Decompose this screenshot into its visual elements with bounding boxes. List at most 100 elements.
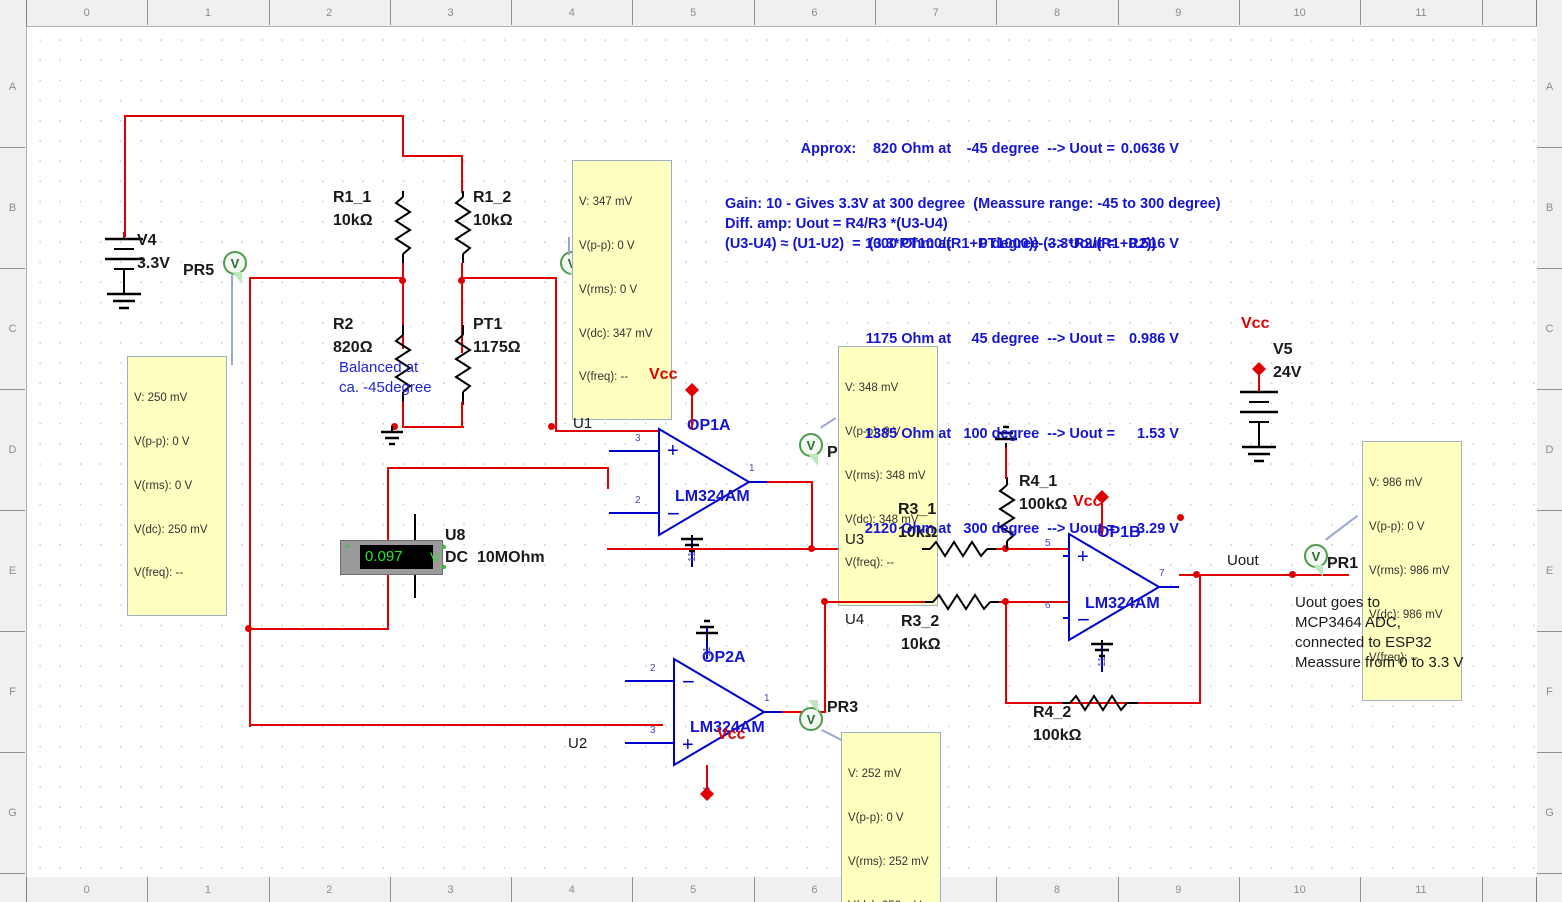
ruler-tick-bottom-3: 3 (390, 877, 513, 902)
schematic-canvas[interactable]: V4 3.3V R1_1 10kΩ R2 820Ω Balanced at ca… (26, 26, 1537, 902)
pr4-pp: V(p-p): 0 V (579, 239, 635, 252)
wire-u2-bus-h (249, 277, 403, 279)
vcc-label-v5: Vcc (1241, 315, 1270, 332)
probe-pr5-label: PR5 (183, 262, 215, 279)
ruler-tick-left-F: F (0, 631, 25, 753)
probe-pr3-label: PR3 (827, 699, 859, 716)
ruler-tick-left-B: B (0, 147, 25, 269)
approx-deg-0: -45 degree (966, 141, 1040, 157)
approx-res-3: 1385 Ohm (864, 426, 935, 442)
wire-v4-top (124, 115, 126, 237)
ruler-tick-left-A: A (0, 26, 25, 148)
approx-deg-4: 300 degree (963, 521, 1040, 537)
approx-at-3: at (938, 426, 952, 442)
pr3-dc: V(dc): 252 mV (848, 899, 934, 902)
v4-ref: V4 (137, 232, 157, 249)
ruler-tick-right-B: B (1537, 147, 1562, 269)
probe-pr3-glyph: V (806, 711, 816, 727)
wire-r1-1-down (402, 115, 404, 157)
op1a-pin-out: 1 (749, 463, 755, 474)
ruler-tick-bottom-0: 0 (26, 877, 149, 902)
probe-pr1-leader (1325, 514, 1358, 541)
ruler-tick-top-10: 10 (1239, 0, 1362, 25)
wire-fb-down-left (1005, 601, 1007, 704)
ruler-tick-bottom-5: 5 (633, 877, 755, 902)
vcc-marker-op2a (700, 787, 714, 801)
wire-mid-branch (249, 628, 389, 630)
v4-value: 3.3V (137, 255, 170, 272)
wire-op1a-plus-in (609, 450, 659, 452)
vcc-marker-v5 (1252, 362, 1266, 376)
r4-2-ref: R4_2 (1033, 704, 1072, 721)
net-label-uout: Uout (1227, 552, 1259, 569)
balanced-note-line2: ca. -45degree (339, 379, 432, 396)
op2a-pin-minus: 2 (650, 663, 656, 674)
ruler-tick-left-E: E (0, 510, 25, 632)
approx-note-block: Approx: 820 Ohm at -45 degree --> Uout = … (762, 83, 1179, 596)
probe-pr1-tail (1313, 565, 1323, 577)
ruler-tick-top-5: 5 (633, 0, 755, 25)
pr4-rms: V(rms): 0 V (579, 283, 638, 296)
ruler-tick-bottom-2: 2 (269, 877, 391, 902)
pr4-v: V: 347 mV (579, 196, 633, 209)
ground-symbol-op1b (1091, 640, 1113, 658)
pr5-freq: V(freq): -- (134, 567, 184, 580)
r3-2-ref: R3_2 (901, 613, 940, 630)
v5-ref: V5 (1273, 341, 1293, 358)
wire-u2-to-op2a-plus (249, 724, 663, 726)
ruler-tick-left-G: G (0, 752, 25, 874)
pr3-v: V: 252 mV (848, 768, 902, 781)
ruler-tick-bottom-4: 4 (511, 877, 634, 902)
schematic-editor-window: 01234567891011 01234567891011 ABCDEFG AB… (0, 0, 1562, 902)
v5-value: 24V (1273, 364, 1302, 381)
approx-row-2: 1175 Ohm at 45 degree --> Uout = 0.986 V (762, 311, 1179, 368)
multimeter-mode: DC (445, 549, 469, 566)
op1b-pin-minus: 6 (1045, 600, 1051, 611)
approx-uoutlabel-4: Uout = (1069, 521, 1115, 537)
pr3-pp: V(p-p): 0 V (848, 811, 904, 824)
r1-2-symbol (454, 191, 472, 263)
wire-mm-bottom (414, 572, 416, 598)
ruler-right: ABCDEFG (1536, 0, 1562, 902)
pr1-v: V: 986 mV (1369, 477, 1423, 490)
wire-op2a-minus-in (625, 680, 675, 682)
junction-u1 (548, 423, 555, 430)
wire-r3-2-to-opminus (999, 601, 1069, 603)
ruler-tick-left-D: D (0, 389, 25, 511)
ruler-left: ABCDEFG (0, 0, 27, 902)
approx-at-2: at (938, 331, 952, 347)
wire-u1-to-op1a (555, 430, 660, 432)
ruler-tick-top-0: 0 (26, 0, 149, 25)
r1-2-value: 10kΩ (473, 212, 513, 229)
approx-arrow-2: --> (1047, 331, 1066, 347)
approx-at-4: at (938, 521, 952, 537)
pr5-v: V: 250 mV (134, 392, 188, 405)
ruler-tick-bottom-1: 1 (147, 877, 270, 902)
svg-text:+: + (682, 734, 694, 756)
multimeter-impedance: 10MOhm (477, 549, 545, 566)
ruler-tick-bottom-11: 11 (1360, 877, 1483, 902)
wire-fb-down-right (1199, 574, 1201, 704)
approx-row-3: 1385 Ohm at 100 degree --> Uout = 1.53 V (762, 406, 1179, 463)
approx-arrow-0: --> (1047, 141, 1066, 157)
ruler-tick-top-2: 2 (269, 0, 391, 25)
wire-mm-top (414, 514, 416, 540)
multimeter-ref: U8 (445, 527, 466, 544)
wire-r2-bottom (402, 402, 404, 428)
ruler-tick-right-G: G (1537, 752, 1562, 874)
ruler-tick-top-9: 9 (1118, 0, 1240, 25)
wire-op2a-out-up (824, 601, 826, 713)
wire-bottom-bus (402, 426, 464, 428)
approx-res-0: 820 Ohm (872, 141, 935, 157)
ruler-tick-top-7: 7 (875, 0, 998, 25)
ruler-tick-right-E: E (1537, 510, 1562, 632)
svg-text:+: + (667, 440, 679, 462)
wire-op1b-out (1179, 574, 1349, 576)
probe-pr5-readout: V: 250 mV V(p-p): 0 V V(rms): 0 V V(dc):… (127, 356, 227, 617)
wire-u2-bus-v (249, 277, 251, 727)
approx-title: Approx: (800, 141, 857, 157)
wire-op1a-fb-h (387, 467, 609, 469)
ruler-bottom: 01234567891011 (0, 876, 1562, 902)
net-label-u1: U1 (573, 415, 593, 432)
op2a-pin-out: 1 (764, 693, 770, 704)
